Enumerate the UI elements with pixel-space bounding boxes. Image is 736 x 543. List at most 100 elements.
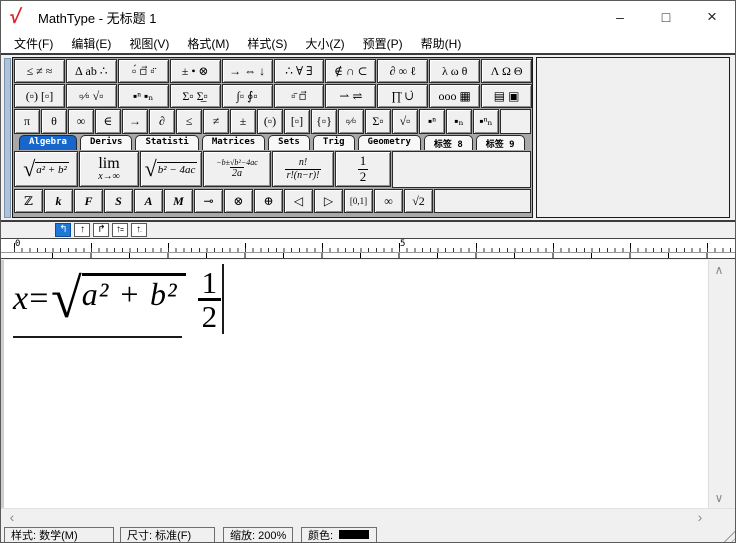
status-style[interactable]: 样式: 数学(M) (4, 526, 114, 542)
btn-sub-superscript[interactable]: ▪ⁿₙ (473, 109, 499, 134)
btn-infinity[interactable]: ∞ (68, 109, 94, 134)
template-one-half[interactable]: 1 2 (335, 151, 391, 187)
close-button[interactable]: × (689, 1, 735, 33)
palette-boxes[interactable]: ▤ ▣ (481, 84, 533, 108)
btn-triangle-left[interactable]: ◁ (284, 189, 313, 213)
scroll-left-icon[interactable]: ‹ (5, 509, 19, 525)
menu-view[interactable]: 视图(V) (120, 33, 178, 54)
menu-preferences[interactable]: 预置(P) (354, 33, 412, 54)
equation-edit-area[interactable]: x= √ a² + b² 1 2 (1, 260, 710, 508)
palette-matrices[interactable]: ooo ▦ (429, 84, 481, 108)
btn-plus-minus[interactable]: ± (230, 109, 256, 134)
scroll-right-icon[interactable]: › (693, 509, 707, 525)
numerator: −b±√b²−4ac (216, 158, 258, 168)
toolbar-grip[interactable] (4, 58, 11, 218)
btn-pi[interactable]: π (14, 109, 40, 134)
tabstop-left[interactable]: ↰ (55, 223, 71, 237)
tab-geometry[interactable]: Geometry (357, 135, 421, 150)
palette-overbars[interactable]: ▫̄ ▫⃗ (273, 84, 325, 108)
resize-grip[interactable] (720, 529, 735, 542)
btn-letter-s[interactable]: S (104, 189, 133, 213)
menu-help[interactable]: 帮助(H) (412, 33, 471, 54)
btn-braces[interactable]: {▫} (311, 109, 337, 134)
palette-fences[interactable]: (▫) [▫] (14, 84, 65, 108)
btn-infinity-2[interactable]: ∞ (374, 189, 403, 213)
palette-embellishments[interactable]: ▫́ ▫⃗ ▫̈ (117, 59, 169, 83)
btn-blackboard-z[interactable]: ℤ (14, 189, 43, 213)
btn-less-equal[interactable]: ≤ (176, 109, 202, 134)
template-limit[interactable]: lim x→∞ (79, 151, 139, 187)
status-color[interactable]: 颜色: (301, 526, 377, 542)
menu-format[interactable]: 格式(M) (178, 33, 238, 54)
menu-edit[interactable]: 编辑(E) (62, 33, 120, 54)
btn-partial[interactable]: ∂ (149, 109, 175, 134)
btn-right-arrow[interactable]: → (122, 109, 148, 134)
menu-style[interactable]: 样式(S) (238, 33, 296, 54)
btn-fraction[interactable]: ▫⁄▫ (338, 109, 364, 134)
scroll-down-icon[interactable]: ∨ (709, 490, 729, 506)
btn-brackets[interactable]: [▫] (284, 109, 310, 134)
palette-row-templates: (▫) [▫] ▫⁄▫ √▫ ▪ⁿ ▪ₙ Σ▫ Σ̲▫ ∫▫ ∮▫ ▫̄ ▫⃗ … (13, 83, 533, 108)
ruler[interactable]: 0 5 (1, 238, 735, 259)
tabstop-decimal[interactable]: ↑. (131, 223, 147, 237)
btn-sqrt-2[interactable]: √2 (404, 189, 433, 213)
btn-theta[interactable]: θ (41, 109, 67, 134)
btn-fraktur-a[interactable]: A (134, 189, 163, 213)
palette-misc-symbols[interactable]: ∂ ∞ ℓ (377, 59, 429, 83)
btn-square-root[interactable]: √▫ (392, 109, 418, 134)
tab-derivs[interactable]: Derivs (79, 135, 133, 150)
status-zoom[interactable]: 缩放: 200% (223, 526, 293, 542)
btn-superscript[interactable]: ▪ⁿ (419, 109, 445, 134)
btn-letter-f[interactable]: F (74, 189, 103, 213)
tabstop-center[interactable]: ↑ (74, 223, 90, 237)
palette-products-unions[interactable]: ∏̇ ∪̇ (377, 84, 429, 108)
palette-logic[interactable]: ∴ ∀ ∃ (273, 59, 325, 83)
template-quadratic-formula[interactable]: −b±√b²−4ac 2a (203, 151, 271, 187)
scroll-up-icon[interactable]: ∧ (709, 262, 729, 278)
tab-trig[interactable]: Trig (312, 135, 355, 150)
btn-element-of[interactable]: ∈ (95, 109, 121, 134)
tabstop-right[interactable]: ↱ (93, 223, 109, 237)
btn-summation[interactable]: Σ▫ (365, 109, 391, 134)
palette-relational[interactable]: ≤ ≠ ≈ (14, 59, 65, 83)
tabstop-suffix: . (140, 226, 142, 234)
template-sqrt-a2-b2[interactable]: √ a² + b² (14, 151, 78, 187)
palette-labeled-arrows[interactable]: ⇀ ⇌ (325, 84, 377, 108)
status-size[interactable]: 尺寸: 标准(F) (120, 526, 215, 542)
btn-circled-plus[interactable]: ⊕ (254, 189, 283, 213)
tab-matrices[interactable]: Matrices (201, 135, 266, 150)
btn-parentheses[interactable]: (▫) (257, 109, 283, 134)
palette-spacing[interactable]: ∆ ab ∴ (65, 59, 117, 83)
palette-greek-upper[interactable]: Λ Ω Θ (481, 59, 533, 83)
tabstop-equal[interactable]: ↑ = (112, 223, 128, 237)
btn-subscript[interactable]: ▪ₙ (446, 109, 472, 134)
tab-algebra[interactable]: Algebra (19, 135, 77, 150)
btn-letter-k[interactable]: k (44, 189, 73, 213)
menu-size[interactable]: 大小(Z) (296, 33, 353, 54)
maximize-button[interactable]: □ (643, 1, 689, 33)
palette-set-theory[interactable]: ∉ ∩ ⊂ (325, 59, 377, 83)
template-sqrt-b2-4ac[interactable]: √ b² − 4ac (140, 151, 202, 187)
tab-sets[interactable]: Sets (268, 135, 310, 150)
tab-9[interactable]: 标签 9 (475, 135, 525, 150)
tab-statistics[interactable]: Statisti (135, 135, 199, 150)
template-combination[interactable]: n! r!(n−r)! (272, 151, 334, 187)
palette-operators[interactable]: ± • ⊗ (169, 59, 221, 83)
palette-fractions-radicals[interactable]: ▫⁄▫ √▫ (65, 84, 117, 108)
tab-8[interactable]: 标签 8 (423, 135, 473, 150)
vertical-scrollbar[interactable]: ∧ ∨ (708, 260, 729, 508)
palette-scripts[interactable]: ▪ⁿ ▪ₙ (117, 84, 169, 108)
palette-sums[interactable]: Σ▫ Σ̲▫ (169, 84, 221, 108)
palette-greek-lower[interactable]: λ ω θ (429, 59, 481, 83)
palette-arrows[interactable]: → ⇔ ↓ (221, 59, 273, 83)
btn-not-equal[interactable]: ≠ (203, 109, 229, 134)
btn-fraktur-m[interactable]: M (164, 189, 193, 213)
horizontal-scrollbar[interactable]: ‹ › (1, 508, 735, 525)
btn-circled-times[interactable]: ⊗ (224, 189, 253, 213)
btn-multimap[interactable]: ⊸ (194, 189, 223, 213)
minimize-button[interactable]: – (597, 1, 643, 33)
palette-integrals[interactable]: ∫▫ ∮▫ (221, 84, 273, 108)
btn-interval-01[interactable]: [0,1] (344, 189, 373, 213)
menu-file[interactable]: 文件(F) (5, 33, 62, 54)
btn-triangle-right[interactable]: ▷ (314, 189, 343, 213)
